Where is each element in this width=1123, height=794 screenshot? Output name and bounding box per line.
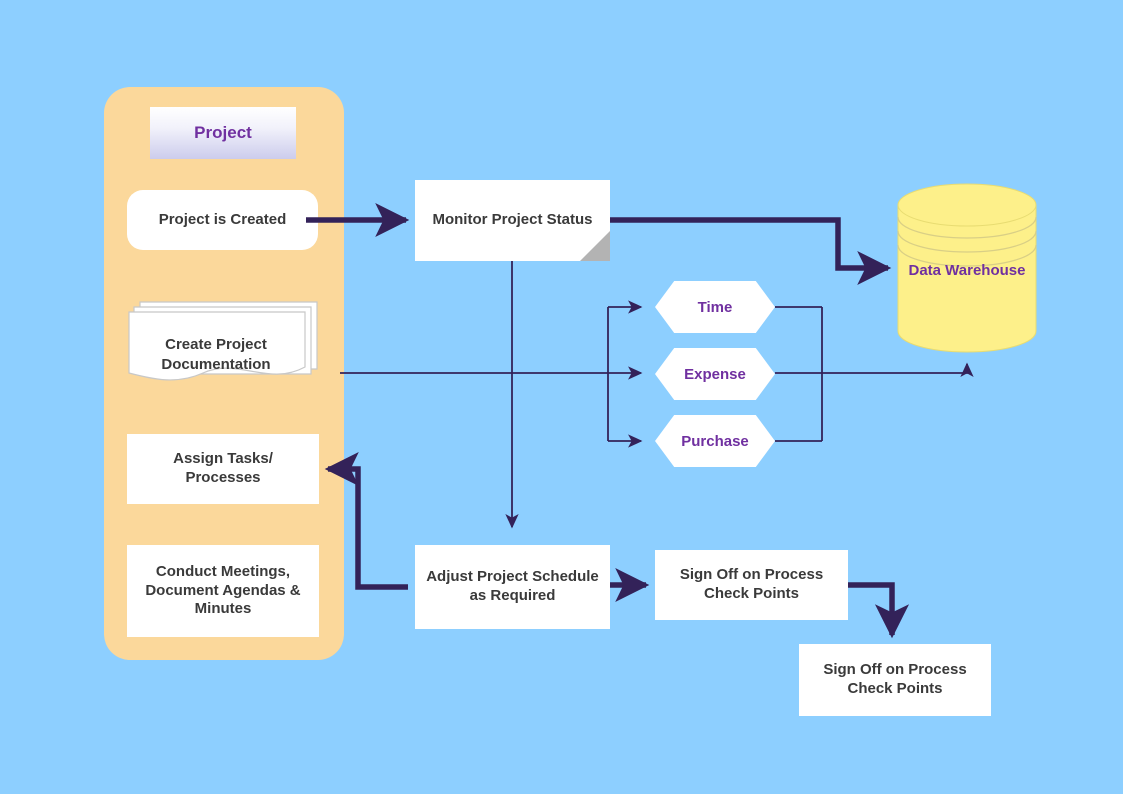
node-assign-tasks-line-2: Processes bbox=[185, 469, 261, 486]
node-conduct-meetings-line-1: Conduct Meetings, bbox=[155, 562, 291, 580]
node-create-project-documentation-label: Create Project Documentation bbox=[161, 336, 271, 373]
node-assign-tasks-line-1: Assign Tasks/ bbox=[173, 450, 273, 468]
node-sign-off-check-points-1[interactable]: Sign Off on Process Check Points bbox=[655, 550, 848, 620]
edge-monitor-to-warehouse bbox=[610, 217, 892, 286]
node-sign-off-2-line-1: Sign Off on Process bbox=[823, 661, 967, 679]
node-hex-expense[interactable]: Expense bbox=[655, 348, 775, 400]
edge-expense-to-warehouse bbox=[775, 362, 974, 377]
node-sign-off-2-line-2: Check Points bbox=[847, 680, 943, 697]
node-monitor-project-status[interactable]: Monitor Project Status bbox=[415, 180, 610, 261]
node-adjust-schedule-line-2: as Required bbox=[469, 587, 556, 604]
node-sign-off-check-points-2[interactable]: Sign Off on Process Check Points bbox=[799, 644, 991, 716]
node-project-is-created[interactable]: Project is Created bbox=[127, 190, 318, 250]
node-data-warehouse-label: Data Warehouse bbox=[908, 262, 1026, 279]
node-conduct-meetings-line-2: Document Agendas & bbox=[145, 581, 301, 599]
node-monitor-project-status-label: Monitor Project Status bbox=[432, 211, 593, 229]
node-hex-purchase-label: Purchase bbox=[681, 432, 749, 450]
node-hex-time[interactable]: Time bbox=[655, 281, 775, 333]
node-adjust-schedule-line-1: Adjust Project Schedule bbox=[426, 568, 599, 586]
node-assign-tasks-processes[interactable]: Assign Tasks/ Processes bbox=[127, 434, 319, 504]
pool-lane-title-label: Project bbox=[194, 123, 252, 142]
node-hex-time-label: Time bbox=[697, 298, 733, 316]
folded-corner-icon bbox=[580, 231, 610, 261]
node-conduct-meetings-line-3: Minutes bbox=[194, 600, 252, 618]
node-adjust-project-schedule[interactable]: Adjust Project Schedule as Required bbox=[415, 545, 610, 629]
node-data-warehouse[interactable]: Data Warehouse bbox=[897, 183, 1037, 353]
node-sign-off-1-line-1: Sign Off on Process bbox=[679, 566, 824, 584]
node-hex-purchase[interactable]: Purchase bbox=[655, 415, 775, 467]
edge-signoff1-to-signoff2 bbox=[848, 582, 910, 639]
node-hex-expense-label: Expense bbox=[684, 365, 746, 383]
node-project-is-created-label: Project is Created bbox=[158, 210, 287, 228]
node-conduct-meetings[interactable]: Conduct Meetings, Document Agendas & Min… bbox=[127, 545, 319, 637]
node-sign-off-1-line-2: Check Points bbox=[703, 585, 800, 602]
node-create-project-documentation[interactable]: Create Project Documentation bbox=[128, 299, 318, 391]
diagram-canvas: Project Project is Created Create Projec… bbox=[0, 0, 1123, 794]
pool-lane-title: Project bbox=[150, 107, 296, 159]
